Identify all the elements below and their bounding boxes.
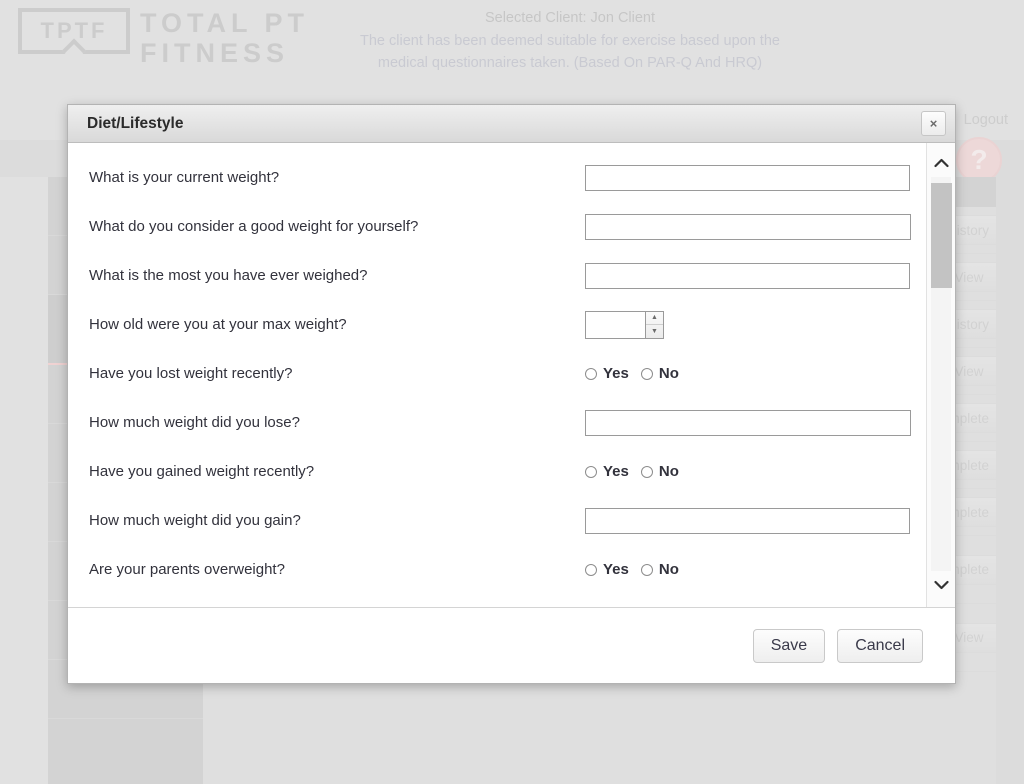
radio-dot-icon[interactable] <box>640 465 653 478</box>
question-field: Yes No <box>585 463 926 480</box>
question-label: How much weight did you gain? <box>89 512 301 529</box>
radio-dot-icon[interactable] <box>585 465 597 478</box>
logout-link[interactable]: Logout <box>964 112 1008 128</box>
radio-label: Yes <box>603 365 629 382</box>
question-label: How much weight did you lose? <box>89 414 300 431</box>
scrollbar-thumb[interactable] <box>931 183 952 288</box>
radio-dot-icon[interactable] <box>640 367 653 380</box>
radio-label: No <box>658 561 679 578</box>
question-field <box>585 409 926 436</box>
radio-option-yes[interactable]: Yes <box>585 561 629 578</box>
question-row-parents-overweight: Are your parents overweight? Yes No <box>68 545 926 594</box>
radio-option-yes[interactable]: Yes <box>585 365 629 382</box>
scroll-up-icon[interactable] <box>927 151 955 175</box>
chevron-down-glyph <box>934 580 949 590</box>
modal-title: Diet/Lifestyle <box>87 114 184 132</box>
age-at-max-weight-input[interactable] <box>585 310 645 339</box>
question-field: Yes No <box>585 561 926 578</box>
chevron-up-glyph <box>934 158 949 168</box>
radio-label: Yes <box>603 561 629 578</box>
max-weight-input[interactable] <box>585 262 910 289</box>
scroll-down-icon[interactable] <box>927 573 955 597</box>
question-label: Have you lost weight recently? <box>89 365 293 382</box>
good-weight-input[interactable] <box>585 213 911 240</box>
radio-label: No <box>658 365 679 382</box>
question-label: Have you gained weight recently? <box>89 463 315 480</box>
question-label: How old were you at your max weight? <box>89 316 347 333</box>
question-row-max-weight: What is the most you have ever weighed? <box>68 251 926 300</box>
modal-footer: Save Cancel <box>68 607 955 683</box>
stepper-down-icon[interactable]: ▼ <box>646 325 663 338</box>
radio-dot-icon[interactable] <box>585 563 597 576</box>
save-button[interactable]: Save <box>752 628 826 663</box>
logo-line-2: FITNESS <box>140 38 290 68</box>
question-row-weight-lost-amount: How much weight did you lose? <box>68 398 926 447</box>
logo-badge-text: TPTF <box>40 18 108 43</box>
lost-weight-radio-group: Yes No <box>585 365 679 382</box>
question-row-consider-self-overweight: Do you consider yourself overweight now?… <box>68 594 926 607</box>
modal-header: Diet/Lifestyle × <box>68 105 955 143</box>
stepper-up-icon[interactable]: ▲ <box>646 312 663 325</box>
modal-body: What is your current weight? What do you… <box>68 143 955 607</box>
gained-weight-radio-group: Yes No <box>585 463 679 480</box>
question-row-lost-weight-recently: Have you lost weight recently? Yes No <box>68 349 926 398</box>
parents-overweight-radio-group: Yes No <box>585 561 679 578</box>
selected-client-label: Selected Client: Jon Client <box>484 10 656 26</box>
radio-option-no[interactable]: No <box>640 561 679 578</box>
radio-label: Yes <box>603 463 629 480</box>
question-field <box>585 507 926 534</box>
client-status-block: Selected Client: Jon Client The client h… <box>330 10 810 75</box>
radio-option-yes[interactable]: Yes <box>585 463 629 480</box>
question-row-current-weight: What is your current weight? <box>68 153 926 202</box>
cancel-button[interactable]: Cancel <box>837 628 923 663</box>
suitability-note-line-2: medical questionnaires taken. (Based On … <box>377 54 763 71</box>
weight-lost-amount-input[interactable] <box>585 409 911 436</box>
close-icon[interactable]: × <box>921 111 946 136</box>
question-field: ▲ ▼ <box>585 310 926 339</box>
logo-badge-icon: TPTF <box>18 8 130 54</box>
weight-gained-amount-input[interactable] <box>585 507 910 534</box>
question-label: What do you consider a good weight for y… <box>89 218 419 235</box>
radio-dot-icon[interactable] <box>640 563 653 576</box>
question-field: Yes No <box>585 365 926 382</box>
question-label: What is your current weight? <box>89 169 280 186</box>
question-label: What is the most you have ever weighed? <box>89 267 368 284</box>
question-field <box>585 213 926 240</box>
question-row-gained-weight-recently: Have you gained weight recently? Yes No <box>68 447 926 496</box>
question-row-weight-gained-amount: How much weight did you gain? <box>68 496 926 545</box>
brand-logo: TPTF TOTAL PT FITNESS <box>18 8 309 67</box>
radio-option-no[interactable]: No <box>640 463 679 480</box>
modal-scrollbar[interactable] <box>926 143 955 607</box>
age-at-max-weight-stepper[interactable]: ▲ ▼ <box>585 310 664 339</box>
current-weight-input[interactable] <box>585 164 910 191</box>
question-row-good-weight: What do you consider a good weight for y… <box>68 202 926 251</box>
question-row-age-at-max-weight: How old were you at your max weight? ▲ ▼ <box>68 300 926 349</box>
radio-label: No <box>658 463 679 480</box>
radio-option-no[interactable]: No <box>640 365 679 382</box>
page-right-margin <box>996 177 1024 784</box>
questionnaire-form: What is your current weight? What do you… <box>68 143 926 607</box>
logo-line-1: TOTAL PT <box>140 8 310 38</box>
question-field <box>585 164 926 191</box>
stepper-buttons: ▲ ▼ <box>645 310 664 339</box>
suitability-note-line-1: The client has been deemed suitable for … <box>360 33 780 49</box>
diet-lifestyle-modal: Diet/Lifestyle × What is your current we… <box>67 104 956 684</box>
radio-dot-icon[interactable] <box>585 367 597 380</box>
question-field <box>585 262 926 289</box>
app-root: TPTF TOTAL PT FITNESS Selected Client: J… <box>0 0 1024 784</box>
logo-wordmark: TOTAL PT FITNESS <box>140 8 309 67</box>
question-label: Are your parents overweight? <box>89 561 285 578</box>
